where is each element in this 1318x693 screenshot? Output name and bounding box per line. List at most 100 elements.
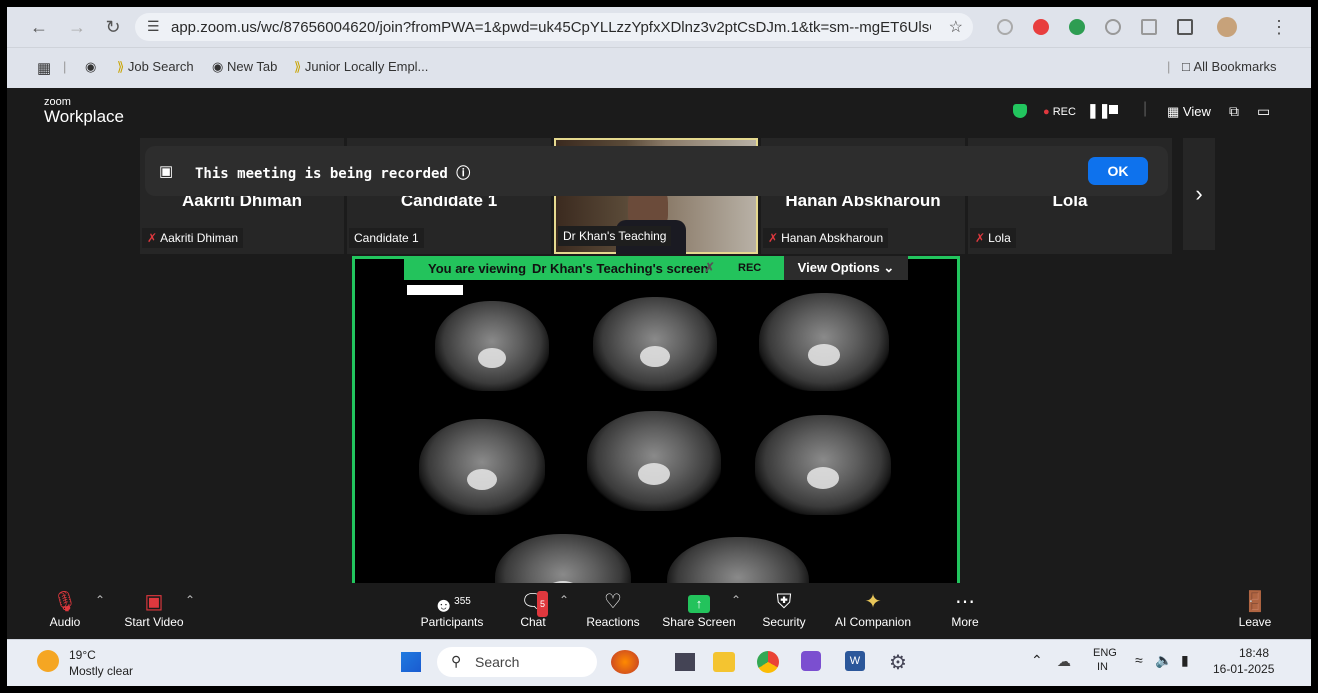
bookmark-star-icon[interactable]: ☆ (949, 17, 963, 37)
participant-label: ✗ Lola (970, 228, 1016, 248)
file-explorer-icon[interactable] (713, 652, 735, 672)
bookmark-new-tab[interactable]: ◉ New Tab (212, 59, 277, 75)
chat-options-caret-icon[interactable]: ⌃ (559, 593, 569, 607)
participant-label: Dr Khan's Teaching (558, 226, 672, 246)
chevron-up-icon[interactable]: ⌃ (1031, 652, 1043, 669)
security-label: Security (762, 615, 806, 629)
url-text: app.zoom.us/wc/87656004620/join?fromPWA=… (171, 19, 931, 36)
chevron-down-icon: ⌄ (883, 260, 895, 275)
extensions-puzzle-icon[interactable] (1177, 19, 1193, 35)
all-bookmarks[interactable]: □ All Bookmarks (1182, 59, 1277, 74)
recording-indicator[interactable]: ● REC (1043, 106, 1076, 118)
browser-toolbar: ← → ↻ ☰ app.zoom.us/wc/87656004620/join?… (7, 7, 1311, 47)
share-screen-label: Share Screen (662, 615, 736, 629)
video-off-icon: ▣ (144, 591, 164, 613)
task-view-icon[interactable] (675, 653, 695, 671)
security-button[interactable]: ⛨ Security (759, 589, 809, 629)
more-button[interactable]: ⋯ More (945, 589, 985, 629)
participant-label-text: Dr Khan's Teaching (563, 229, 667, 243)
separator: | (1143, 100, 1148, 117)
extension-icon[interactable] (1033, 19, 1049, 35)
grammarly-icon[interactable] (1069, 19, 1085, 35)
search-label: Search (475, 654, 520, 670)
sidepanel-icon[interactable] (1141, 19, 1157, 35)
heart-icon: ♡ (604, 591, 622, 613)
weather-moon-icon (37, 650, 59, 672)
bookmark-junior[interactable]: ⟫ Junior Locally Empl... (294, 59, 428, 75)
wifi-icon[interactable]: ≈ (1135, 652, 1143, 668)
search-highlight-icon[interactable] (611, 650, 639, 674)
windows-start-icon[interactable] (401, 652, 421, 672)
leave-button[interactable]: 🚪 Leave (1235, 589, 1275, 629)
grid-view-icon: ▦ (1167, 104, 1180, 119)
site-info-icon[interactable]: ☰ (147, 18, 160, 35)
folder-icon: □ (1182, 59, 1194, 74)
speaker-icon[interactable]: 🔈 (1155, 652, 1172, 669)
pip-icon[interactable]: ⧉ (1229, 103, 1239, 120)
word-icon[interactable]: W (845, 651, 865, 671)
participant-label-text: Candidate 1 (354, 231, 419, 245)
bookmark-label: Junior Locally Empl... (304, 59, 429, 74)
avatar[interactable] (1217, 17, 1237, 37)
kebab-menu-icon[interactable]: ⋮ (1269, 17, 1289, 37)
ai-companion-button[interactable]: ✦ AI Companion (833, 589, 913, 629)
ct-scan-image (435, 301, 549, 391)
chat-icon: 🗨 5 (513, 589, 553, 617)
taskbar-search[interactable]: ⚲ Search (437, 647, 597, 677)
view-options-label: View Options (797, 260, 880, 275)
extension-icon[interactable] (997, 19, 1013, 35)
apps-grid-icon[interactable]: ▦ (37, 59, 51, 77)
stop-recording-icon[interactable] (1109, 105, 1118, 114)
reload-icon[interactable]: ↻ (103, 17, 123, 37)
reactions-button[interactable]: ♡ Reactions (583, 589, 643, 629)
language-top[interactable]: ENG (1093, 647, 1117, 659)
view-button[interactable]: ▦ View (1167, 104, 1211, 120)
audio-label: Audio (49, 615, 81, 629)
cloud-icon[interactable]: ☁ (1057, 653, 1071, 670)
chrome-icon[interactable] (757, 651, 779, 673)
fullscreen-icon[interactable]: ▭ (1257, 103, 1270, 120)
bookmark-favicon: ⟫ (294, 59, 305, 74)
language-bottom[interactable]: IN (1097, 661, 1108, 673)
separator: | (1167, 59, 1171, 74)
pause-recording-icon[interactable]: ❚❚ (1087, 102, 1110, 119)
audio-button[interactable]: 🎙 Audio (45, 589, 85, 629)
bookmark-favicon: ⟫ (117, 59, 128, 74)
video-options-caret-icon[interactable]: ⌃ (185, 593, 195, 607)
meeting-toolbar: 🎙 Audio ⌃ ▣ Start Video ⌃ ☻355 Participa… (7, 583, 1311, 639)
settings-gear-icon[interactable]: ⚙ (889, 650, 907, 675)
clock-time[interactable]: 18:48 (1239, 646, 1269, 660)
shield-extension-icon[interactable] (1105, 19, 1121, 35)
next-page-chevron-icon[interactable]: › (1183, 138, 1215, 250)
ok-button[interactable]: OK (1088, 157, 1148, 185)
view-label: View (1182, 104, 1211, 119)
clock-date[interactable]: 16-01-2025 (1213, 662, 1274, 676)
bookmark-job-search[interactable]: ⟫ Job Search (117, 59, 194, 75)
back-icon[interactable]: ← (29, 17, 49, 37)
battery-icon[interactable]: ▮ (1181, 652, 1189, 669)
record-camera-icon: ▣ (159, 163, 174, 180)
globe-icon[interactable]: ◉ (85, 59, 96, 75)
weather-desc[interactable]: Mostly clear (69, 664, 133, 678)
shared-screen[interactable] (352, 256, 960, 627)
audio-options-caret-icon[interactable]: ⌃ (95, 593, 105, 607)
forward-icon[interactable]: → (67, 17, 87, 37)
view-options-button[interactable]: View Options ⌄ (784, 256, 908, 280)
mic-muted-icon: 🎙 (52, 591, 78, 613)
taskbar: 19°C Mostly clear ⚲ Search W ⚙ ⌃ ☁ ENG I… (7, 639, 1311, 686)
bookmarks-bar: ▦ | ◉ ⟫ Job Search ◉ New Tab ⟫ Junior Lo… (7, 47, 1311, 88)
weather-temp[interactable]: 19°C (69, 648, 96, 662)
reactions-label: Reactions (586, 615, 640, 629)
viewing-prefix: You are viewing (428, 261, 527, 276)
share-options-caret-icon[interactable]: ⌃ (731, 593, 741, 607)
address-bar[interactable]: ☰ app.zoom.us/wc/87656004620/join?fromPW… (135, 13, 973, 41)
globe-icon: ◉ (212, 59, 227, 74)
start-video-button[interactable]: ▣ Start Video (119, 589, 189, 629)
participants-button[interactable]: ☻355 Participants (415, 589, 489, 629)
share-screen-button[interactable]: ↑ Share Screen (661, 589, 737, 629)
app-icon[interactable] (801, 651, 821, 671)
chat-button[interactable]: 🗨 5 Chat (513, 589, 553, 629)
participants-icon: ☻355 (433, 594, 471, 617)
chat-badge: 5 (537, 591, 549, 617)
encryption-shield-icon[interactable] (1013, 104, 1027, 118)
